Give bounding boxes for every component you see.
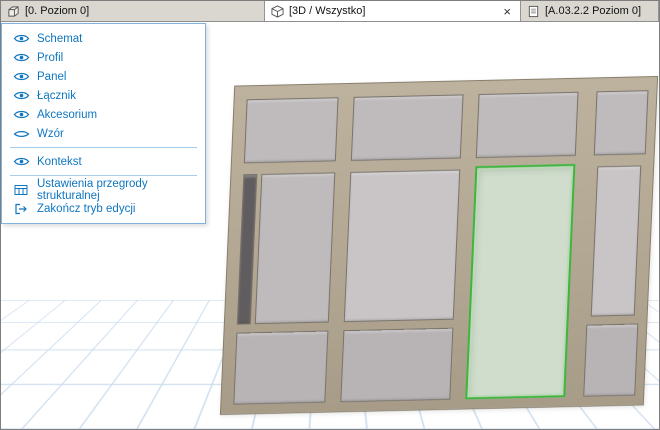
menu-item-label: Kontekst	[37, 155, 82, 168]
app-window: [0. Poziom 0] [3D / Wszystko] × [A.03.2.…	[0, 0, 660, 430]
menu-item-label: Panel	[37, 70, 67, 83]
eye-icon	[12, 109, 30, 120]
menu-item-schemat[interactable]: Schemat	[2, 29, 205, 48]
floor-plan-icon	[7, 5, 20, 18]
menu-divider	[10, 147, 197, 148]
tab-section[interactable]: [A.03.2.2 Poziom 0]	[521, 1, 659, 21]
menu-item-lacznik[interactable]: Łącznik	[2, 86, 205, 105]
eye-icon	[12, 33, 30, 44]
3d-viewport[interactable]: Schemat Profil Panel Łącznik Akcesorium …	[1, 22, 659, 429]
wall-panel[interactable]	[583, 323, 639, 397]
eye-icon	[12, 90, 30, 101]
wall-panel[interactable]	[343, 169, 461, 323]
wall-panel[interactable]	[590, 165, 642, 317]
menu-item-label: Akcesorium	[37, 108, 98, 121]
menu-item-label: Schemat	[37, 32, 83, 45]
menu-item-profil[interactable]: Profil	[2, 48, 205, 67]
close-icon[interactable]: ×	[500, 5, 514, 18]
wall-panel[interactable]	[233, 330, 329, 405]
eye-icon	[12, 52, 30, 63]
selected-panel[interactable]	[465, 163, 576, 400]
settings-grid-icon	[12, 184, 30, 196]
wall-panel[interactable]	[475, 91, 579, 159]
menu-divider	[10, 175, 197, 176]
tab-label: [3D / Wszystko]	[289, 5, 366, 17]
tab-label: [0. Poziom 0]	[25, 5, 90, 17]
wall-panel[interactable]	[254, 172, 336, 325]
menu-item-akcesorium[interactable]: Akcesorium	[2, 105, 205, 124]
eye-icon	[12, 71, 30, 82]
menu-item-wzor[interactable]: Wzór	[2, 124, 205, 143]
menu-item-exit-edit-mode[interactable]: Zakończ tryb edycji	[2, 199, 205, 218]
section-icon	[527, 5, 540, 18]
tab-floor-plan[interactable]: [0. Poziom 0]	[1, 1, 265, 21]
wall-panel[interactable]	[243, 97, 339, 164]
tab-label: [A.03.2.2 Poziom 0]	[545, 5, 641, 17]
wall-panel[interactable]	[340, 327, 454, 403]
exit-icon	[12, 203, 30, 215]
3d-view-icon	[271, 4, 284, 18]
menu-item-label: Wzór	[37, 127, 64, 140]
eye-closed-icon	[12, 128, 30, 139]
menu-item-label: Łącznik	[37, 89, 76, 102]
curtain-wall[interactable]	[219, 75, 659, 416]
tab-3d-view[interactable]: [3D / Wszystko] ×	[265, 1, 521, 21]
wall-panel[interactable]	[593, 90, 649, 156]
wall-panel[interactable]	[236, 174, 258, 325]
wall-panel[interactable]	[350, 94, 464, 161]
menu-item-panel[interactable]: Panel	[2, 67, 205, 86]
eye-icon	[12, 156, 30, 167]
menu-item-settings[interactable]: Ustawienia przegrody strukturalnej	[2, 177, 205, 202]
menu-item-label: Profil	[37, 51, 64, 64]
menu-item-label: Zakończ tryb edycji	[37, 202, 136, 215]
menu-item-kontekst[interactable]: Kontekst	[2, 152, 205, 171]
menu-item-label: Ustawienia przegrody strukturalnej	[37, 177, 148, 202]
tab-bar: [0. Poziom 0] [3D / Wszystko] × [A.03.2.…	[1, 1, 659, 22]
context-menu-panel: Schemat Profil Panel Łącznik Akcesorium …	[1, 23, 206, 224]
